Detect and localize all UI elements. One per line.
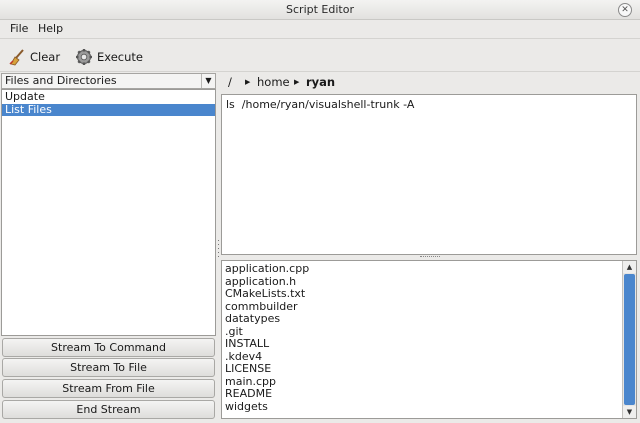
combo-value: Files and Directories: [5, 74, 117, 87]
menu-file[interactable]: File: [10, 22, 28, 35]
toolbar: Clear Execute: [0, 40, 640, 72]
horizontal-splitter[interactable]: [420, 256, 440, 259]
output-line: .git: [225, 324, 243, 338]
output-line: .kdev4: [225, 349, 263, 363]
script-list[interactable]: Update List Files: [1, 89, 216, 336]
output-pane[interactable]: application.cpp application.h CMakeLists…: [221, 260, 637, 419]
scrollbar-thumb[interactable]: [624, 274, 635, 405]
title-bar: Script Editor ✕: [0, 0, 640, 20]
command-editor[interactable]: ls /home/ryan/visualshell-trunk -A: [221, 94, 637, 255]
output-line: main.cpp: [225, 374, 276, 388]
execute-label: Execute: [97, 50, 143, 64]
breadcrumb-current[interactable]: ryan: [306, 75, 335, 89]
clear-button[interactable]: Clear: [8, 48, 60, 66]
close-icon[interactable]: ✕: [618, 3, 632, 17]
list-item[interactable]: Update: [2, 91, 215, 103]
gear-icon: [75, 48, 93, 66]
stream-to-file-button[interactable]: Stream To File: [2, 358, 215, 377]
chevron-right-icon: ▶: [294, 78, 300, 86]
end-stream-button[interactable]: End Stream: [2, 400, 215, 419]
stream-to-command-button[interactable]: Stream To Command: [2, 338, 215, 357]
scroll-up-icon[interactable]: ▲: [623, 261, 636, 273]
menu-bar: File Help: [0, 20, 640, 39]
breadcrumb-root[interactable]: /: [228, 75, 232, 89]
stream-from-file-button[interactable]: Stream From File: [2, 379, 215, 398]
clear-label: Clear: [30, 50, 61, 64]
output-scrollbar[interactable]: ▲ ▼: [622, 261, 636, 418]
output-line: INSTALL: [225, 337, 270, 350]
scroll-down-icon[interactable]: ▼: [623, 406, 636, 418]
chevron-right-icon: ▶: [245, 78, 251, 86]
broom-icon: [8, 48, 26, 66]
execute-button[interactable]: Execute: [75, 48, 143, 66]
list-item[interactable]: List Files: [2, 104, 215, 116]
category-combo[interactable]: Files and Directories ▼: [1, 73, 216, 89]
menu-help[interactable]: Help: [38, 22, 63, 35]
output-line: LICENSE: [225, 362, 272, 375]
output-line: CMakeLists.txt: [225, 287, 306, 300]
breadcrumb-home[interactable]: home: [257, 75, 290, 89]
output-line: README: [225, 387, 273, 400]
output-line: commbuilder: [225, 299, 298, 313]
vertical-splitter[interactable]: [217, 90, 220, 420]
command-text: ls /home/ryan/visualshell-trunk -A: [226, 98, 415, 111]
chevron-down-icon[interactable]: ▼: [201, 74, 215, 88]
output-line: application.cpp: [225, 262, 310, 275]
output-line: datatypes: [225, 312, 281, 325]
window-title: Script Editor: [286, 3, 354, 16]
output-line: widgets: [225, 399, 268, 413]
